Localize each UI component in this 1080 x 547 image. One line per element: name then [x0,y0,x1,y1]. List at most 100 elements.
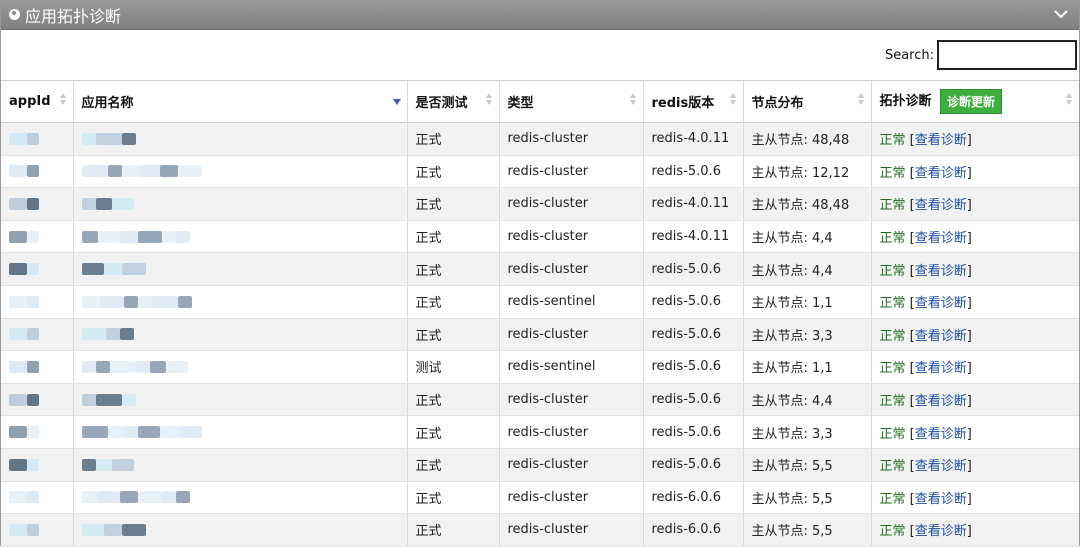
cell-app-name [73,415,408,449]
redacted-block [137,295,152,308]
column-header-diagnosis[interactable]: 拓扑诊断 诊断更新 [871,80,1079,123]
view-diagnosis-link[interactable]: 查看诊断 [915,198,967,213]
redacted-block [121,263,146,276]
column-header-is-test[interactable]: 是否测试 [407,80,500,123]
cell-appid [1,513,74,547]
column-header-app-name[interactable]: 应用名称 [73,80,408,123]
sort-desc-icon [392,99,401,105]
table-row[interactable]: 正式 redis-cluster redis-4.0.11 主从节点: 48,48 正常… [1,187,1079,221]
cell-type: redis-cluster [499,187,644,221]
table-row[interactable]: 正式 redis-cluster redis-5.0.6 主从节点: 4,4 正常 [查… [1,383,1079,417]
view-diagnosis-link[interactable]: 查看诊断 [915,459,967,474]
table-row[interactable]: 正式 redis-cluster redis-6.0.6 主从节点: 5,5 正常 [查… [1,513,1079,547]
chevron-down-icon[interactable] [1053,6,1069,22]
redacted-block [119,230,138,243]
redacted-block [121,132,136,145]
cell-is-test: 测试 [407,350,500,384]
cell-diagnosis: 正常 [查看诊断] [871,481,1079,515]
cell-redis-version: redis-5.0.6 [643,155,744,189]
column-header-type[interactable]: 类型 [499,80,644,123]
cell-is-test: 正式 [407,448,500,482]
redacted-block [27,393,39,406]
cell-diagnosis: 正常 [查看诊断] [871,350,1079,384]
redacted-block [165,360,188,373]
sort-both-icon [729,93,737,109]
cell-nodes: 主从节点: 4,4 [743,220,872,254]
globe-icon [9,9,20,20]
table-toolbar: Search: [1,30,1079,80]
view-diagnosis-link[interactable]: 查看诊断 [915,394,967,409]
cell-app-name [73,187,408,221]
redacted-block [175,230,190,243]
status-text: 正常 [879,491,906,507]
table-row[interactable]: 正式 redis-cluster redis-5.0.6 主从节点: 3,3 正常 [查… [1,318,1079,352]
column-header-redis-version[interactable]: redis版本 [643,80,744,123]
cell-app-name [73,350,408,384]
table-row[interactable]: 正式 redis-cluster redis-5.0.6 主从节点: 12,12 正常 … [1,155,1079,189]
redacted-block [81,491,98,504]
bracket-close: ] [966,296,972,312]
redacted-block [97,491,120,504]
redacted-block [161,230,176,243]
view-diagnosis-link[interactable]: 查看诊断 [915,427,967,442]
cell-redis-version: redis-4.0.11 [643,220,744,254]
cell-app-name [73,448,408,482]
cell-redis-version: redis-5.0.6 [643,448,744,482]
cell-appid [1,122,74,156]
view-diagnosis-link[interactable]: 查看诊断 [915,524,967,539]
view-diagnosis-link[interactable]: 查看诊断 [915,329,967,344]
redacted-block [161,491,176,504]
cell-nodes: 主从节点: 48,48 [743,187,872,221]
redacted-block [81,360,96,373]
cell-app-name [73,252,408,286]
redacted-block [99,295,124,308]
bracket-close: ] [966,328,972,344]
table-row[interactable]: 正式 redis-cluster redis-6.0.6 主从节点: 5,5 正常 [查… [1,481,1079,515]
redacted-block [27,165,39,178]
column-header-diagnosis-label: 拓扑诊断 [879,94,932,109]
redacted-block [119,328,134,341]
table-row[interactable]: 正式 redis-cluster redis-5.0.6 主从节点: 3,3 正常 [查… [1,415,1079,449]
redacted-block [81,328,106,341]
search-input[interactable] [937,40,1077,70]
table-row[interactable]: 正式 redis-cluster redis-5.0.6 主从节点: 5,5 正常 [查… [1,448,1079,482]
view-diagnosis-link[interactable]: 查看诊断 [915,231,967,246]
redacted-block [9,393,27,406]
cell-type: redis-cluster [499,481,644,515]
redacted-block [177,426,202,439]
refresh-diagnosis-button[interactable]: 诊断更新 [940,89,1003,114]
table-row[interactable]: 正式 redis-cluster redis-4.0.11 主从节点: 48,48 正常… [1,122,1079,156]
column-header-type-label: 类型 [507,96,534,111]
redacted-block [111,197,134,210]
cell-is-test: 正式 [407,252,500,286]
column-header-redis-version-label: redis版本 [651,96,715,111]
cell-diagnosis: 正常 [查看诊断] [871,383,1079,417]
cell-type: redis-cluster [499,513,644,547]
cell-appid [1,350,74,384]
view-diagnosis-link[interactable]: 查看诊断 [915,264,967,279]
redacted-block [81,263,104,276]
redacted-block [177,165,202,178]
column-header-nodes[interactable]: 节点分布 [743,80,872,123]
redacted-block [95,458,112,471]
view-diagnosis-link[interactable]: 查看诊断 [915,133,967,148]
table-row[interactable]: 正式 redis-sentinel redis-5.0.6 主从节点: 1,1 正常 [… [1,285,1079,319]
table-row[interactable]: 正式 redis-cluster redis-5.0.6 主从节点: 4,4 正常 [查… [1,252,1079,286]
cell-app-name [73,285,408,319]
redacted-block [111,458,134,471]
app-table: appId 应用名称 是否测试 类型 redis版本 节点分布 拓扑诊断 诊断更… [1,80,1079,547]
bracket-close: ] [966,198,972,214]
column-header-appid[interactable]: appId [1,80,74,123]
redacted-block [81,165,108,178]
table-row[interactable]: 正式 redis-cluster redis-4.0.11 主从节点: 4,4 正常 [… [1,220,1079,254]
redacted-block [81,197,96,210]
cell-is-test: 正式 [407,481,500,515]
view-diagnosis-link[interactable]: 查看诊断 [915,296,967,311]
view-diagnosis-link[interactable]: 查看诊断 [915,492,967,507]
view-diagnosis-link[interactable]: 查看诊断 [915,166,967,181]
view-diagnosis-link[interactable]: 查看诊断 [915,361,967,376]
redacted-block [81,132,96,145]
redacted-block [103,263,122,276]
table-row[interactable]: 测试 redis-sentinel redis-5.0.6 主从节点: 1,1 正常 [… [1,350,1079,384]
cell-redis-version: redis-5.0.6 [643,318,744,352]
